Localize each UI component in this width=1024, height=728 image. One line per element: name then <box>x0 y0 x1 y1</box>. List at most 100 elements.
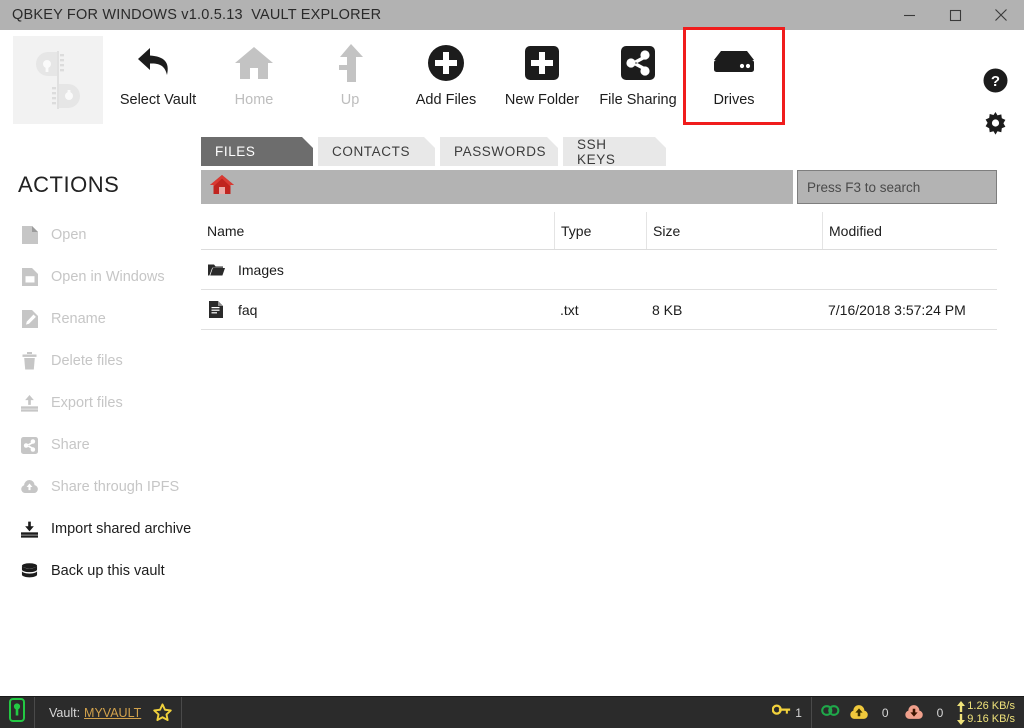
sidebar-item-back-up-this-vault[interactable]: Back up this vault <box>0 550 200 592</box>
sidebar-item-open[interactable]: Open <box>0 214 200 256</box>
tab-contacts[interactable]: CONTACTS <box>318 137 435 166</box>
document-window-icon <box>20 268 39 286</box>
sidebar-item-export-files[interactable]: Export files <box>0 382 200 424</box>
toolbar-label: New Folder <box>504 92 580 108</box>
toolbar-right-icons: ? <box>983 68 1008 156</box>
rename-pencil-icon <box>20 310 39 328</box>
gear-icon[interactable] <box>983 112 1008 142</box>
table-row[interactable]: Images <box>201 250 997 290</box>
device-status[interactable] <box>0 696 35 728</box>
download-speed-value: 9.16 KB/s <box>967 712 1015 725</box>
cloud-up-icon <box>20 480 39 494</box>
folder-icon <box>207 263 225 277</box>
sidebar-item-import-shared-archive[interactable]: Import shared archive <box>0 508 200 550</box>
toolbar-button-file-sharing[interactable]: File Sharing <box>590 30 686 122</box>
home-red-icon[interactable] <box>209 173 235 202</box>
sidebar-item-label: Import shared archive <box>51 521 192 537</box>
toolbar-button-home[interactable]: Home <box>206 30 302 122</box>
sidebar-title: ACTIONS <box>18 172 120 197</box>
toolbar-items: Select Vault Home Up Add Files New Folde… <box>110 27 785 130</box>
upload-count: 0 <box>881 705 889 720</box>
tab-files[interactable]: FILES <box>201 137 313 166</box>
tab-passwords[interactable]: PASSWORDS <box>440 137 558 166</box>
share-icon <box>621 36 655 90</box>
svg-text:?: ? <box>991 73 1000 90</box>
sidebar-item-label: Delete files <box>51 353 123 369</box>
tab-label: PASSWORDS <box>454 144 547 159</box>
key-count: 1 <box>795 705 802 720</box>
column-header-modified[interactable]: Modified <box>822 212 997 249</box>
sidebar-item-label: Open <box>51 227 87 243</box>
home-icon <box>232 36 276 90</box>
toolbar-button-up[interactable]: Up <box>302 30 398 122</box>
tab-bar: FILES CONTACTS PASSWORDS SSH KEYS <box>201 136 671 166</box>
column-header-name[interactable]: Name <box>201 212 554 249</box>
star-icon[interactable] <box>153 703 172 722</box>
chain-link-icon <box>821 702 840 724</box>
sidebar-item-share-through-ipfs[interactable]: Share through IPFS <box>0 466 200 508</box>
sidebar-item-label: Back up this vault <box>51 563 165 579</box>
tab-label: FILES <box>215 144 256 159</box>
sidebar-item-label: Share through IPFS <box>51 479 180 495</box>
window-controls <box>886 0 1024 30</box>
back-arrow-icon <box>134 36 182 90</box>
toolbar-label: Add Files <box>415 92 477 108</box>
column-header-type[interactable]: Type <box>554 212 646 249</box>
close-button[interactable] <box>978 0 1024 30</box>
window-title: QBKEY FOR WINDOWS v1.0.5.13 VAULT EXPLOR… <box>12 7 382 23</box>
export-up-icon <box>20 394 39 412</box>
toolbar-label: Home <box>234 92 274 108</box>
upload-speed: 1.26 KB/s <box>957 700 1015 713</box>
file-name: faq <box>238 301 258 318</box>
trash-icon <box>20 352 39 370</box>
toolbar-button-drives[interactable]: Drives <box>683 27 785 125</box>
vault-name-link[interactable]: MYVAULT <box>84 706 141 720</box>
toolbar-button-add-files[interactable]: Add Files <box>398 30 494 122</box>
file-type: .txt <box>560 301 579 318</box>
database-icon <box>20 562 39 580</box>
minimize-button[interactable] <box>886 0 932 30</box>
column-header-size[interactable]: Size <box>646 212 822 249</box>
path-bar[interactable] <box>201 170 793 204</box>
tab-label: SSH KEYS <box>577 136 616 167</box>
sidebar-item-rename[interactable]: Rename <box>0 298 200 340</box>
tab-ssh-keys[interactable]: SSH KEYS <box>563 137 666 166</box>
plus-circle-icon <box>427 36 465 90</box>
file-txt-icon <box>207 301 225 318</box>
network-indicators[interactable]: 0 0 1.26 KB/s 9.16 KB/s <box>812 697 1024 728</box>
table-row[interactable]: faq .txt 8 KB 7/16/2018 3:57:24 PM <box>201 290 997 330</box>
toolbar-label: File Sharing <box>599 92 677 108</box>
sidebar-item-label: Rename <box>51 311 106 327</box>
sidebar-item-label: Export files <box>51 395 123 411</box>
drive-icon <box>711 36 757 90</box>
toolbar-button-new-folder[interactable]: New Folder <box>494 30 590 122</box>
status-bar: Vault: MYVAULT 1 0 0 1.26 KB/s 9.16 KB/s <box>0 696 1024 728</box>
toolbar-label: Up <box>340 92 360 108</box>
sidebar-list: Open Open in Windows Rename Delete files Exp… <box>0 214 200 592</box>
file-table: Name Type Size Modified Images faq .txt … <box>201 212 997 330</box>
sidebar: ACTIONS Open Open in Windows Rename Delete … <box>0 140 200 592</box>
sidebar-item-share[interactable]: Share <box>0 424 200 466</box>
maximize-button[interactable] <box>932 0 978 30</box>
file-modified: 7/16/2018 3:57:24 PM <box>828 301 966 318</box>
sidebar-item-delete-files[interactable]: Delete files <box>0 340 200 382</box>
toolbar-label: Select Vault <box>119 92 197 108</box>
cloud-up-icon <box>849 705 869 720</box>
sidebar-item-open-in-windows[interactable]: Open in Windows <box>0 256 200 298</box>
import-down-icon <box>20 521 39 538</box>
help-circle-icon[interactable]: ? <box>983 68 1008 98</box>
key-count-indicator[interactable]: 1 <box>763 696 812 728</box>
document-icon <box>20 226 39 244</box>
cloud-down-icon <box>904 705 924 720</box>
upload-speed-value: 1.26 KB/s <box>967 699 1015 712</box>
file-table-header: Name Type Size Modified <box>201 212 997 250</box>
sidebar-item-label: Share <box>51 437 90 453</box>
usb-key-green-icon <box>9 698 25 727</box>
vault-indicator[interactable]: Vault: MYVAULT <box>35 696 183 728</box>
plus-square-icon <box>524 36 560 90</box>
search-input[interactable]: Press F3 to search <box>797 170 997 204</box>
share-box-icon <box>20 436 39 454</box>
tab-label: CONTACTS <box>332 144 411 159</box>
key-icon <box>771 703 791 723</box>
toolbar-button-select-vault[interactable]: Select Vault <box>110 30 206 122</box>
